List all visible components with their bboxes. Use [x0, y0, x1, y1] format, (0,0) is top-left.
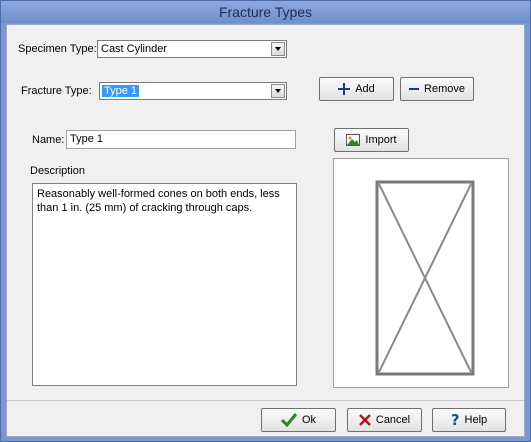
checkmark-icon — [280, 413, 297, 427]
chevron-down-icon[interactable] — [271, 42, 285, 56]
window-title: Fracture Types — [218, 4, 313, 20]
import-button[interactable]: Import — [334, 128, 409, 152]
name-value: Type 1 — [70, 133, 104, 145]
cancel-button[interactable]: Cancel — [347, 408, 422, 432]
plus-icon — [338, 83, 351, 95]
specimen-type-value: Cast Cylinder — [101, 43, 168, 55]
add-button[interactable]: Add — [319, 77, 394, 101]
chevron-down-icon[interactable] — [271, 84, 285, 98]
fracture-types-window: Fracture Types Specimen Type: Cast Cylin… — [0, 0, 531, 442]
fracture-type-label: Fracture Type: — [21, 85, 92, 97]
remove-button[interactable]: Remove — [400, 77, 474, 101]
description-label: Description — [30, 165, 86, 177]
fracture-type-value: Type 1 — [102, 85, 140, 97]
fracture-diagram-image — [375, 180, 475, 376]
help-button-label: Help — [464, 414, 488, 426]
name-label: Name: — [32, 134, 65, 146]
x-icon — [358, 414, 371, 426]
name-field[interactable]: Type 1 — [66, 130, 296, 149]
image-icon — [346, 134, 361, 146]
ok-button[interactable]: Ok — [261, 408, 336, 432]
add-button-label: Add — [355, 83, 375, 95]
remove-button-label: Remove — [424, 83, 465, 95]
ok-button-label: Ok — [301, 414, 317, 426]
import-button-label: Import — [365, 134, 397, 146]
help-button[interactable]: ? Help — [432, 408, 506, 432]
footer-divider — [7, 400, 524, 401]
minus-icon — [409, 88, 420, 90]
dialog-body: Specimen Type: Cast Cylinder Fracture Ty… — [6, 24, 525, 437]
fracture-type-select[interactable]: Type 1 — [99, 82, 287, 100]
description-textarea[interactable]: Reasonably well-formed cones on both end… — [32, 183, 297, 386]
title-bar: Fracture Types — [1, 1, 530, 23]
question-icon: ? — [450, 411, 460, 429]
specimen-type-select[interactable]: Cast Cylinder — [97, 40, 287, 58]
cancel-button-label: Cancel — [375, 414, 411, 426]
specimen-type-label: Specimen Type: — [18, 43, 97, 55]
fracture-image-frame — [333, 158, 509, 388]
description-value: Reasonably well-formed cones on both end… — [37, 188, 280, 214]
